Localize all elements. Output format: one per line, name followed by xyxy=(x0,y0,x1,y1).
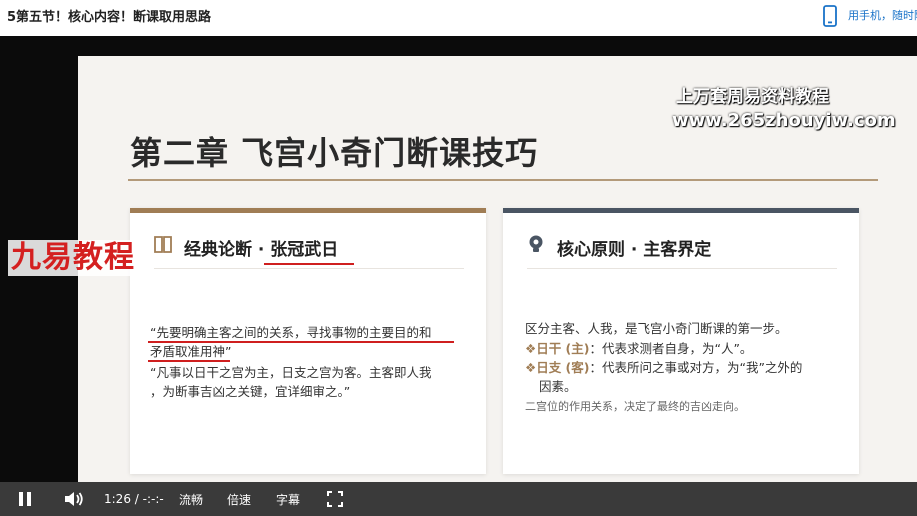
mobile-watch-link[interactable]: 用手机，随时随地看 xyxy=(848,7,917,23)
card-title-divider xyxy=(154,268,464,269)
page-header: 5第五节！核心内容！断课取用思路 用手机，随时随地看 xyxy=(0,0,917,36)
lightbulb-icon xyxy=(529,235,543,252)
day-branch-text: ：代表所问之事或对方，为“我”之外的 xyxy=(589,360,803,375)
principle-line-5: 二宫位的作用关系，决定了最终的吉凶走向。 xyxy=(525,400,745,413)
watermark-site-line-2: www.265zhouyiw.com xyxy=(672,110,896,131)
day-stem-text: ：代表求测者自身，为“人”。 xyxy=(589,341,753,356)
speed-button[interactable]: 倍速 xyxy=(227,482,251,516)
fullscreen-button[interactable] xyxy=(327,482,345,516)
classic-judgment-card: 经典论断 · 张冠武日 “先要明确主客之间的关系，寻找事物的主要目的和 矛盾取准… xyxy=(130,208,486,474)
principle-line-1: 区分主客、人我，是飞宫小奇门断课的第一步。 xyxy=(525,321,788,336)
card-title-classic: 经典论断 · 张冠武日 xyxy=(184,240,339,260)
playback-time: 1:26 / -:-:- xyxy=(104,492,164,506)
pause-button[interactable] xyxy=(18,482,36,516)
title-underline-annotation xyxy=(264,263,354,265)
principle-line-4: 因素。 xyxy=(539,379,577,394)
principle-line-3: ❖日支 (客)：代表所问之事或对方，为“我”之外的 xyxy=(525,358,802,377)
quality-button[interactable]: 流畅 xyxy=(179,482,203,516)
page-title: 5第五节！核心内容！断课取用思路 xyxy=(7,10,212,25)
quote-underline-annotation-2 xyxy=(148,360,230,362)
player-controls: 1:26 / -:-:- 流畅 倍速 字幕 xyxy=(0,482,917,516)
quote-1-line-1: “先要明确主客之间的关系，寻找事物的主要目的和 xyxy=(150,325,432,340)
watermark-site-line-1: 上万套周易资料教程 xyxy=(676,87,829,107)
card-title-principle: 核心原则 · 主客界定 xyxy=(557,240,712,260)
core-principle-card: 核心原则 · 主客界定 区分主客、人我，是飞宫小奇门断课的第一步。 ❖日干 (主… xyxy=(503,208,859,474)
day-branch-label: ❖日支 (客) xyxy=(525,360,590,375)
subtitles-button[interactable]: 字幕 xyxy=(276,482,300,516)
quote-2-line-2: ，为断事吉凶之关键，宜详细审之。” xyxy=(150,384,351,399)
heading-divider xyxy=(128,179,878,181)
book-icon xyxy=(154,236,172,253)
quote-2-line-1: “凡事以日干之宫为主，日支之宫为客。主客即人我 xyxy=(150,365,432,380)
volume-icon xyxy=(65,492,83,506)
pause-icon xyxy=(19,492,31,506)
card-title-divider xyxy=(527,268,837,269)
day-stem-label: ❖日干 (主) xyxy=(525,341,590,356)
principle-line-2: ❖日干 (主)：代表求测者自身，为“人”。 xyxy=(525,339,752,358)
quote-1-line-2: 矛盾取准用神” xyxy=(150,344,232,359)
slide-heading: 第二章 飞宫小奇门断课技巧 xyxy=(130,134,539,172)
volume-button[interactable] xyxy=(64,482,86,516)
watermark-logo: 九易教程 xyxy=(8,240,138,276)
phone-icon[interactable] xyxy=(822,5,838,27)
video-player[interactable]: 第二章 飞宫小奇门断课技巧 经典论断 · 张冠武日 “先要明确主客之间的关系，寻… xyxy=(0,36,917,516)
fullscreen-icon xyxy=(327,491,343,507)
